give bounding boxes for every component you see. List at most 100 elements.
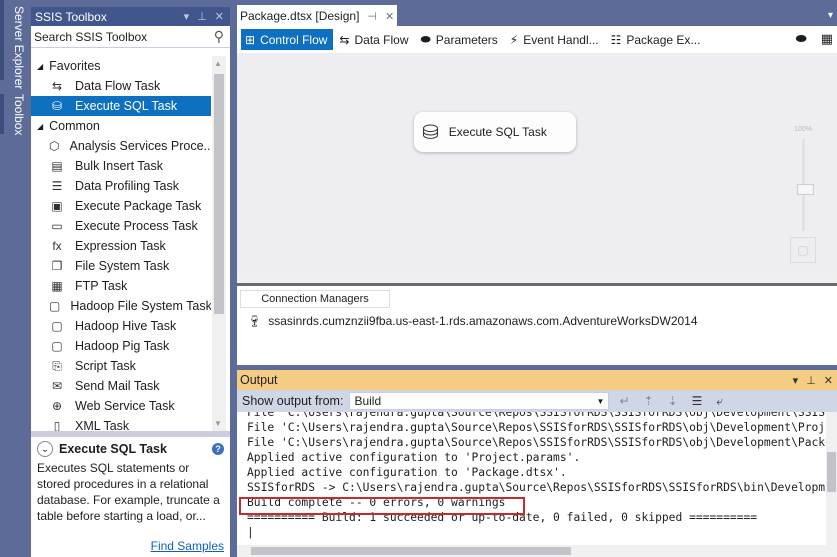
dropdown-icon[interactable]: ▾ [793, 374, 799, 387]
document-menu-icon[interactable]: ▾ [828, 10, 833, 21]
zoom-slider-handle[interactable] [796, 184, 814, 195]
expand-triangle-icon[interactable]: ◢ [37, 122, 43, 131]
toolbox-item[interactable]: ⛁ Execute SQL Task [31, 96, 211, 116]
document-tab[interactable]: Package.dtsx [Design] ⊣ ✕ [237, 5, 397, 26]
zoom-slider[interactable] [796, 139, 814, 231]
connection-manager-item[interactable]: 🍷︎ ssasinrds.cumznzii9fba.us-east-1.rds.… [247, 314, 698, 328]
task-description-panel: ⌄ Execute SQL Task ? Executes SQL statem… [31, 431, 230, 557]
toolbox-item[interactable]: ▯ XML Task [31, 416, 211, 431]
toolbox-item[interactable]: fx Expression Task [31, 236, 211, 256]
task-shape-label: Execute SQL Task [448, 125, 547, 139]
execute-sql-icon: ⛁ [51, 99, 63, 113]
execute-process-icon: ▭ [51, 219, 63, 233]
close-tab-icon[interactable]: ✕ [385, 10, 394, 23]
pin-icon[interactable]: ⊥ [197, 10, 207, 23]
find-samples-link[interactable]: Find Samples [151, 539, 224, 553]
toolbox-item[interactable]: ▣ Execute Package Task [31, 196, 211, 216]
toolbox-item[interactable]: ⊕ Web Service Task [31, 396, 211, 416]
help-icon[interactable]: ? [212, 443, 224, 455]
scroll-thumb[interactable] [827, 452, 836, 492]
globe-icon: ⊕ [51, 399, 63, 413]
rail-bar [0, 94, 4, 134]
grid-icon[interactable]: ▦ [821, 31, 833, 47]
collapse-chevron-icon[interactable]: ⌄ [37, 441, 53, 457]
scroll-thumb[interactable] [214, 74, 224, 314]
scroll-thumb[interactable] [251, 547, 571, 555]
toolbox-item[interactable]: ⎘ Script Task [31, 356, 211, 376]
close-icon[interactable]: ✕ [824, 374, 833, 387]
connection-managers-tab[interactable]: Connection Managers [240, 290, 390, 308]
tab-icon: ⇆ [339, 32, 350, 47]
output-horizontal-scrollbar[interactable] [237, 545, 837, 557]
toolbox-item[interactable]: ⬡ Analysis Services Proce... [31, 136, 211, 156]
dropdown-icon[interactable]: ▾ [184, 10, 190, 23]
toolbox-item[interactable]: ▢ Hadoop Pig Task [31, 336, 211, 356]
expand-triangle-icon[interactable]: ◢ [37, 62, 43, 71]
tab-data-flow[interactable]: ⇆ Data Flow [335, 29, 414, 50]
toolbox-search-input[interactable]: Search SSIS Toolbox ⚲ [31, 26, 230, 48]
cube-icon: ⬡ [49, 139, 60, 153]
go-to-line-icon[interactable]: ↵ [615, 394, 633, 408]
toolbox-item[interactable]: ▭ Execute Process Task [31, 216, 211, 236]
tab-label: Package Ex... [626, 32, 701, 47]
output-source-select[interactable]: Build ▼ [349, 392, 610, 410]
pin-icon[interactable]: ⊥ [806, 374, 816, 387]
next-message-icon[interactable]: ⇣ [664, 394, 682, 408]
xml-icon: ▯ [53, 419, 61, 431]
group-label: Common [49, 119, 100, 133]
toolbox-item-label: FTP Task [75, 279, 128, 293]
output-vertical-scrollbar[interactable] [826, 412, 837, 545]
toolbox-item[interactable]: ▢ Hadoop File System Task [31, 296, 211, 316]
execute-package-icon: ▣ [51, 199, 63, 213]
previous-message-icon[interactable]: ⇡ [640, 394, 658, 408]
tab-icon: ☷ [610, 32, 622, 47]
toolbox-scrollbar[interactable]: ▲ ▼ [212, 56, 226, 431]
variables-icon[interactable]: ⬬ [796, 31, 807, 47]
toolbox-item-label: Execute Package Task [75, 199, 202, 213]
file-system-icon: ❐ [51, 259, 63, 273]
search-icon[interactable]: ⚲ [214, 28, 224, 45]
word-wrap-icon[interactable]: ⤶ [712, 394, 727, 409]
output-line: | [247, 525, 825, 540]
zoom-to-fit-button[interactable]: ▢ [790, 237, 816, 263]
output-line: SSISforRDS -> C:\Users\rajendra.gupta\So… [247, 481, 825, 494]
control-flow-canvas[interactable]: ⛁ Execute SQL Task 100% ▢ [237, 53, 837, 273]
toolbox-item[interactable]: ▦ FTP Task [31, 276, 211, 296]
toolbox-item[interactable]: ▢ Hadoop Hive Task [31, 316, 211, 336]
output-text[interactable]: File 'C:\Users\rajendra.gupta\Source\Rep… [237, 412, 825, 545]
toolbox-item[interactable]: ▤ Bulk Insert Task [31, 156, 211, 176]
toolbox-tab[interactable]: Toolbox [6, 94, 26, 135]
toolbox-item-label: Execute SQL Task [75, 99, 178, 113]
toolbox-item[interactable]: ❐ File System Task [31, 256, 211, 276]
pin-icon[interactable]: ⊣ [367, 10, 377, 23]
toolbox-group-favorites[interactable]: ◢ Favorites [31, 56, 211, 76]
tab-parameters[interactable]: ⬬ Parameters [417, 29, 504, 50]
ssis-toolbox-panel: SSIS Toolbox ▾ ⊥ ✕ Search SSIS Toolbox ⚲… [31, 7, 230, 557]
toolbox-item-label: Data Flow Task [75, 79, 161, 93]
toolbox-item-label: File System Task [75, 259, 170, 273]
clear-all-icon[interactable]: ☰ [688, 394, 707, 408]
scroll-down-icon[interactable]: ▼ [214, 419, 222, 428]
execute-sql-task-shape[interactable]: ⛁ Execute SQL Task [414, 112, 576, 152]
tab-package-ex[interactable]: ☷ Package Ex... [607, 29, 707, 50]
toolbox-item[interactable]: ☰ Data Profiling Task [31, 176, 211, 196]
toolbox-item[interactable]: ⇆ Data Flow Task [31, 76, 211, 96]
output-title: Output [240, 373, 278, 387]
server-explorer-tab[interactable]: Server Explorer [6, 6, 26, 89]
toolbox-item-label: Web Service Task [75, 399, 175, 413]
tab-control-flow[interactable]: ⊞ Control Flow [241, 29, 334, 50]
zoom-level: 100% [794, 126, 812, 133]
scroll-up-icon[interactable]: ▲ [214, 59, 222, 68]
toolbox-item-label: Execute Process Task [75, 219, 198, 233]
toolbox-item-label: Data Profiling Task [75, 179, 179, 193]
toolbox-item-label: XML Task [75, 419, 130, 431]
output-source-value: Build [354, 394, 382, 408]
pig-icon: ▢ [51, 339, 63, 353]
tab-event-handl[interactable]: ⚡ Event Handl... [506, 29, 605, 50]
group-label: Favorites [49, 59, 101, 73]
bulk-insert-icon: ▤ [51, 159, 63, 173]
toolbox-item[interactable]: ✉ Send Mail Task [31, 376, 211, 396]
side-rail: Server Explorer Toolbox [0, 0, 31, 557]
toolbox-group-common[interactable]: ◢ Common [31, 116, 211, 136]
close-icon[interactable]: ✕ [215, 10, 224, 23]
